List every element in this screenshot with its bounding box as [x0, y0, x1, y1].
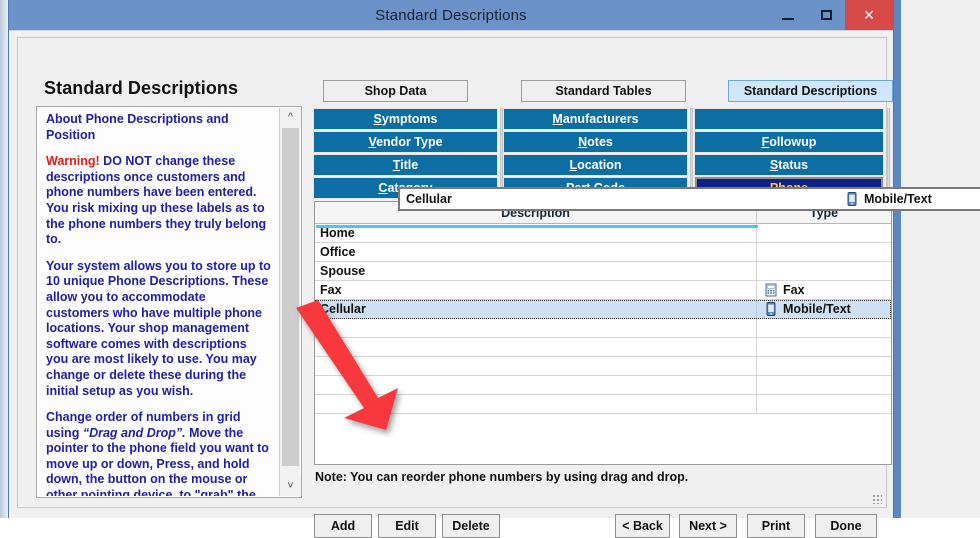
category-title[interactable]: Title: [314, 155, 497, 175]
category-blank[interactable]: [695, 109, 883, 129]
window-controls: ×: [769, 0, 893, 30]
standard-descriptions-window: Standard Descriptions × Standard Descrip…: [8, 0, 894, 518]
phone-descriptions-grid[interactable]: Description Type Home Office Spouse: [314, 201, 892, 465]
table-row[interactable]: Cellular Mobile/Text: [315, 300, 891, 319]
close-button[interactable]: ×: [845, 0, 893, 30]
category-followup[interactable]: Followup: [695, 132, 883, 152]
window-titlebar[interactable]: Standard Descriptions ×: [9, 0, 893, 30]
help-text-panel: About Phone Descriptions and Position Wa…: [36, 106, 302, 498]
table-row[interactable]: [315, 395, 891, 414]
help-scroll-thumb[interactable]: [282, 128, 299, 466]
table-row[interactable]: [315, 357, 891, 376]
tab-shop-data[interactable]: Shop Data: [323, 80, 468, 102]
table-row[interactable]: [315, 376, 891, 395]
close-icon: ×: [864, 5, 875, 26]
row-type: [757, 338, 891, 356]
row-type: [757, 224, 891, 242]
mobile-icon: [765, 302, 777, 316]
row-description: [315, 319, 757, 337]
row-description: [315, 395, 757, 413]
row-type: [757, 376, 891, 394]
warning-label: Warning!: [46, 154, 100, 168]
row-description: [315, 357, 757, 375]
mobile-icon: [846, 192, 858, 206]
tab-standard-tables[interactable]: Standard Tables: [521, 80, 686, 102]
row-description: Fax: [315, 281, 757, 299]
drag-ghost-type-label: Mobile/Text: [864, 192, 932, 206]
window-body: Standard Descriptions About Phone Descri…: [9, 30, 893, 518]
row-description: Office: [315, 243, 757, 261]
help-text-content: About Phone Descriptions and Position Wa…: [38, 108, 279, 496]
fax-icon: [765, 283, 777, 297]
grid-empty-area: [315, 414, 891, 460]
row-description: Spouse: [315, 262, 757, 280]
drag-ghost-description: Cellular: [400, 192, 846, 206]
category-notes[interactable]: Notes: [504, 132, 687, 152]
row-type-label: Fax: [783, 283, 805, 297]
help-paragraph-3: Change order of numbers in grid using “D…: [46, 410, 271, 496]
table-row[interactable]: Spouse: [315, 262, 891, 281]
row-type: [757, 262, 891, 280]
help-scrollbar[interactable]: ^ ˅: [279, 108, 300, 496]
drag-drop-indicator: [316, 225, 758, 228]
row-type: Fax: [757, 281, 891, 299]
category-manufacturers[interactable]: Manufacturers: [504, 109, 687, 129]
drag-ghost-row: Cellular Mobile/Text: [398, 187, 980, 211]
tab-standard-descriptions[interactable]: Standard Descriptions: [728, 80, 893, 102]
category-symptoms[interactable]: Symptoms: [314, 109, 497, 129]
table-row[interactable]: [315, 338, 891, 357]
drag-ghost-type: Mobile/Text: [846, 192, 932, 206]
table-row[interactable]: [315, 319, 891, 338]
maximize-icon: [821, 10, 832, 20]
category-location[interactable]: Location: [504, 155, 687, 175]
grid-note: Note: You can reorder phone numbers by u…: [315, 470, 688, 484]
row-type: [757, 319, 891, 337]
table-row[interactable]: Office: [315, 243, 891, 262]
row-type: [757, 243, 891, 261]
minimize-icon: [782, 18, 794, 20]
window-resize-grip[interactable]: [872, 494, 882, 504]
background-right-panel: 024584 = Par ©4 471796 > ^ ˅ Exit: [901, 0, 980, 518]
help-warning: Warning! DO NOT change these description…: [46, 154, 271, 248]
row-description: Cellular: [315, 300, 757, 318]
help-paragraph-2: Your system allows you to store up to 10…: [46, 259, 271, 399]
row-type: Mobile/Text: [757, 300, 891, 318]
window-content-frame: Standard Descriptions About Phone Descri…: [17, 37, 887, 508]
row-description: [315, 376, 757, 394]
minimize-button[interactable]: [769, 0, 807, 30]
category-status[interactable]: Status: [695, 155, 883, 175]
row-type: [757, 357, 891, 375]
row-type: [757, 395, 891, 413]
category-vendor-type[interactable]: Vendor Type: [314, 132, 497, 152]
window-title: Standard Descriptions: [375, 7, 527, 24]
table-row[interactable]: Fax Fax: [315, 281, 891, 300]
background-right-accent-bar: [894, 0, 901, 518]
chevron-down-icon[interactable]: ˅: [280, 477, 301, 496]
help-title: About Phone Descriptions and Position: [46, 112, 271, 143]
chevron-up-icon[interactable]: ^: [280, 108, 301, 127]
row-type-label: Mobile/Text: [783, 302, 851, 316]
page-title: Standard Descriptions: [44, 78, 238, 99]
row-description: [315, 338, 757, 356]
help-p3-emphasis: “Drag and Drop”.: [83, 426, 186, 440]
maximize-button[interactable]: [807, 0, 845, 30]
